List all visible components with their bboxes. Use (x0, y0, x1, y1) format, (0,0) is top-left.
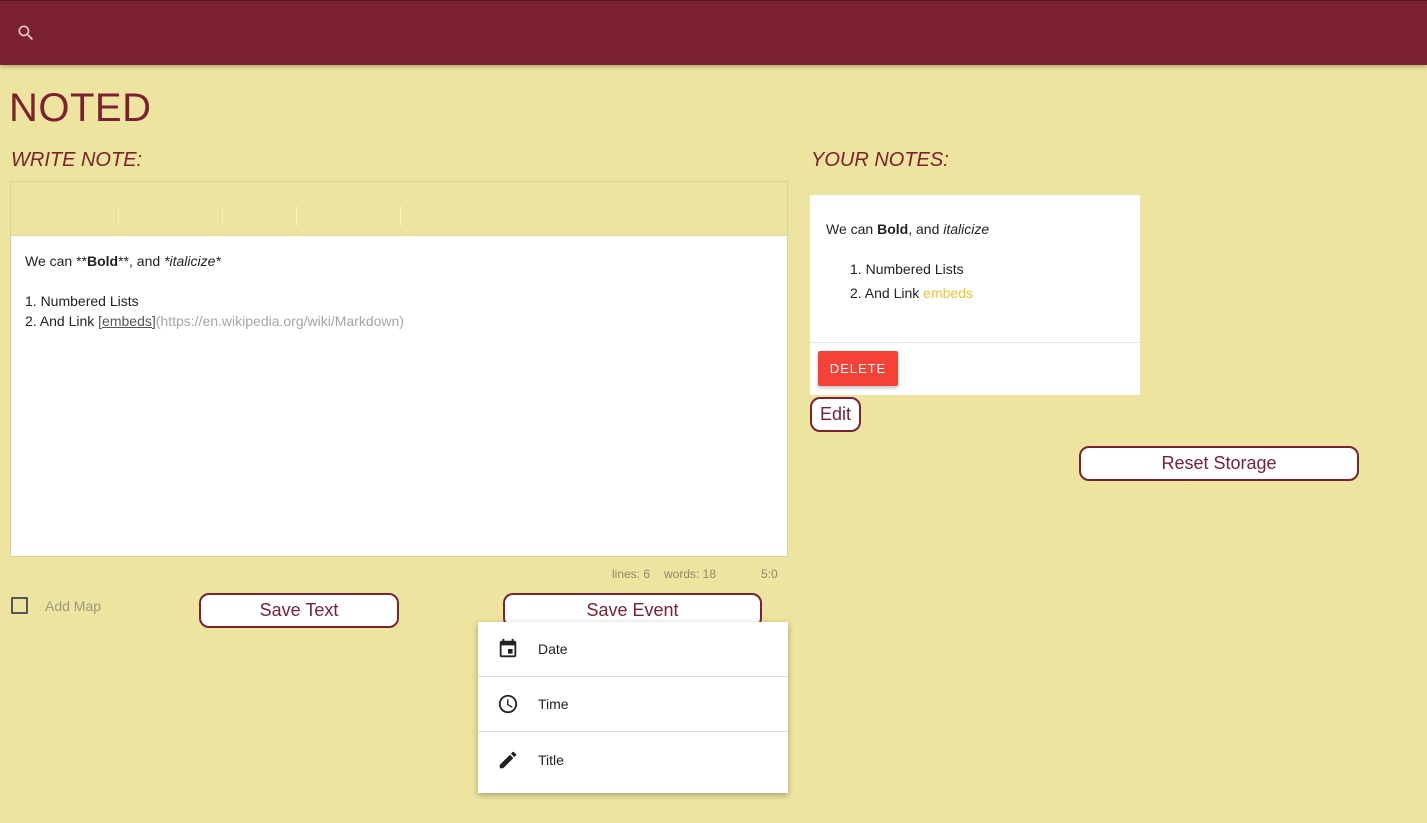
toolbar-separator (400, 206, 401, 226)
note-card: We can Bold, and italicize 1. Numbered L… (810, 195, 1140, 395)
markdown-link-url: (https://en.wikipedia.org/wiki/Markdown) (155, 313, 404, 329)
save-text-button[interactable]: Save Text (199, 593, 399, 628)
note-link[interactable]: embeds (923, 285, 973, 301)
note-list: 1. Numbered Lists 2. And Link embeds (826, 261, 1124, 309)
event-options-menu: Date Time Title (478, 622, 788, 793)
your-notes-heading: YOUR NOTES: (811, 149, 949, 171)
word-count: words: 18 (664, 567, 717, 581)
add-map-checkbox[interactable] (11, 597, 28, 614)
editor-line: We can **Bold**, and *italicize* (25, 253, 221, 269)
toolbar-separator (118, 206, 119, 226)
calendar-icon (499, 638, 517, 658)
write-note-heading: WRITE NOTE: (11, 149, 143, 171)
editor-text-area[interactable]: We can **Bold**, and *italicize* 1. Numb… (11, 236, 787, 346)
clock-icon (498, 694, 518, 714)
page-title: NOTED (9, 86, 152, 130)
markdown-link-text: [embeds] (98, 313, 156, 329)
editor-line: 1. Numbered Lists (25, 293, 139, 309)
editor-toolbar (11, 182, 787, 236)
menu-item-title[interactable]: Title (478, 732, 788, 787)
delete-button[interactable]: DELETE (818, 351, 898, 386)
note-paragraph: We can Bold, and italicize (826, 221, 990, 237)
menu-item-label: Date (538, 641, 568, 657)
top-app-bar (0, 0, 1427, 65)
menu-item-time[interactable]: Time (478, 677, 788, 732)
reset-storage-button[interactable]: Reset Storage (1079, 446, 1359, 481)
card-divider (810, 342, 1140, 343)
list-item: 2. And Link embeds (850, 285, 973, 301)
add-map-label: Add Map (45, 598, 102, 614)
edit-button[interactable]: Edit (810, 397, 861, 432)
editor-line: 2. And Link [embeds](https://en.wikipedi… (25, 313, 404, 329)
list-item: 1. Numbered Lists (850, 261, 964, 277)
pencil-icon (499, 751, 517, 768)
markdown-editor[interactable]: We can **Bold**, and *italicize* 1. Numb… (10, 181, 788, 557)
toolbar-separator (296, 206, 297, 226)
menu-item-label: Time (538, 696, 569, 712)
menu-item-date[interactable]: Date (478, 622, 788, 677)
note-content: We can Bold, and italicize 1. Numbered L… (810, 195, 1140, 309)
search-icon[interactable] (16, 23, 36, 43)
line-count: lines: 6 (612, 567, 651, 581)
toolbar-separator (222, 206, 223, 226)
cursor-position: 5:0 (761, 567, 778, 581)
menu-item-label: Title (538, 751, 564, 768)
